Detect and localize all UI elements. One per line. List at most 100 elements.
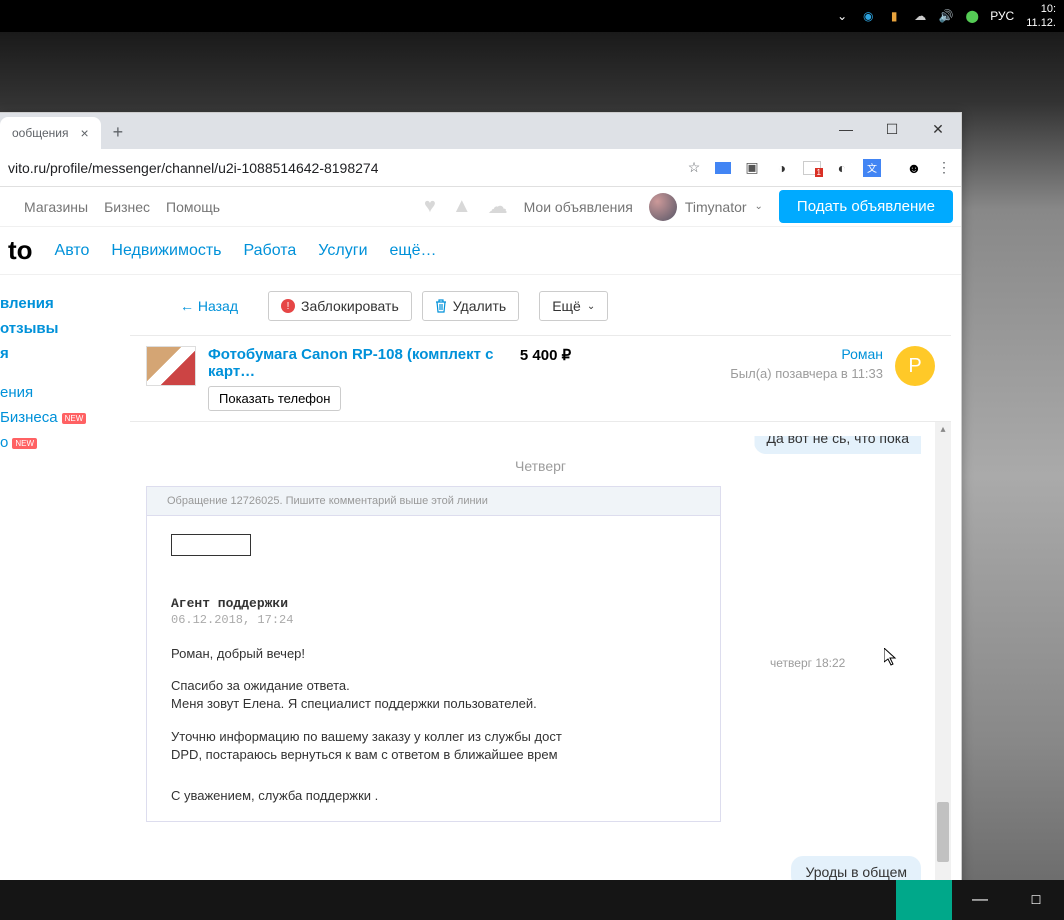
sidebar-item-5[interactable]: oNEW <box>0 430 130 455</box>
chat-body: Да вот не сь, что пока Четверг Обращение… <box>130 422 951 902</box>
chat-icon[interactable]: ☁ <box>488 194 508 219</box>
new-badge-2: NEW <box>12 438 37 449</box>
translate-icon[interactable]: 文 <box>863 159 881 177</box>
back-link[interactable]: ← Назад <box>180 298 238 314</box>
taskbar-maximize[interactable]: ☐ <box>1008 880 1064 920</box>
warning-icon: ! <box>281 299 295 313</box>
scrollbar[interactable]: ▴ <box>935 422 951 902</box>
nav-more[interactable]: ещё… <box>390 242 437 260</box>
telegram-icon[interactable]: ◉ <box>860 8 876 24</box>
nav-work[interactable]: Работа <box>244 242 297 260</box>
more-button[interactable]: Ещё ⌄ <box>539 291 608 321</box>
header-business[interactable]: Бизнес <box>104 199 150 215</box>
url-text[interactable]: vito.ru/profile/messenger/channel/u2i-10… <box>8 160 378 176</box>
sidebar-item-3[interactable]: ения <box>0 380 130 405</box>
clock-time: 10: <box>1026 2 1056 16</box>
header-shops[interactable]: Магазины <box>24 199 88 215</box>
email-paragraph-2: Уточню информацию по вашему заказу у кол… <box>171 728 696 764</box>
scroll-thumb[interactable] <box>937 802 949 862</box>
email-empty-box <box>171 534 251 556</box>
sidebar-item-4[interactable]: БизнесаNEW <box>0 405 130 430</box>
caret-down-icon[interactable]: ⌄ <box>834 8 850 24</box>
ad-title[interactable]: Фотобумага Canon RP-108 (комплект с карт… <box>208 346 508 380</box>
windows-taskbar: ⌄ ◉ ▮ ☁ 🔊 ⬤ РУС 10: 11.12. <box>0 0 1064 32</box>
ad-thumbnail[interactable] <box>146 346 196 386</box>
email-paragraph-1: Спасибо за ожидание ответа. Меня зовут Е… <box>171 677 696 713</box>
address-bar-row: vito.ru/profile/messenger/channel/u2i-10… <box>0 149 961 187</box>
profile-icon[interactable]: ☻ <box>905 159 923 177</box>
email-signature: С уважением, служба поддержки . <box>171 788 696 803</box>
new-badge: NEW <box>62 413 87 424</box>
my-ads-link[interactable]: Мои объявления <box>524 199 633 215</box>
ext-icon-3[interactable]: ◑ <box>773 159 791 177</box>
user-menu[interactable]: Timynator ⌄ <box>649 193 763 221</box>
gmail-icon[interactable]: 1 <box>803 159 821 177</box>
maximize-button[interactable]: ☐ <box>869 113 915 145</box>
email-body: Агент поддержки 06.12.2018, 17:24 Роман,… <box>147 516 720 821</box>
close-button[interactable]: ✕ <box>915 113 961 145</box>
network-icon[interactable]: ⬤ <box>964 8 980 24</box>
chat-user-status: Был(а) позавчера в 11:33 <box>583 366 883 381</box>
delete-button[interactable]: Удалить <box>422 291 519 321</box>
clock[interactable]: 10: 11.12. <box>1026 2 1056 30</box>
minimize-button[interactable]: — <box>823 113 869 145</box>
chevron-down-icon: ⌄ <box>587 301 595 312</box>
browser-tab[interactable]: ообщения × <box>0 117 101 149</box>
app-icon[interactable]: ▮ <box>886 8 902 24</box>
clock-date: 11.12. <box>1026 16 1056 30</box>
browser-window: ообщения × + — ☐ ✕ vito.ru/profile/messe… <box>0 112 962 920</box>
tab-close-icon[interactable]: × <box>80 125 88 141</box>
nav-services[interactable]: Услуги <box>318 242 367 260</box>
ext-icon-1[interactable] <box>715 162 731 174</box>
user-avatar <box>649 193 677 221</box>
chevron-down-icon: ⌄ <box>755 201 763 212</box>
site-nav: to Авто Недвижимость Работа Услуги ещё… <box>0 227 961 275</box>
messenger-main: ← Назад !Заблокировать Удалить Ещё ⌄ Фот… <box>130 275 961 919</box>
tray-icons: ⌄ ◉ ▮ ☁ 🔊 ⬤ РУС <box>834 8 1014 24</box>
chat-ad-card: Фотобумага Canon RP-108 (комплект с карт… <box>130 335 951 422</box>
ad-price: 5 400 ₽ <box>520 346 571 364</box>
email-header: Обращение 12726025. Пишите комментарий в… <box>147 487 720 516</box>
taskbar-app-green[interactable] <box>896 880 952 920</box>
new-tab-button[interactable]: + <box>113 122 124 143</box>
agent-date: 06.12.2018, 17:24 <box>171 613 696 627</box>
nav-realty[interactable]: Недвижимость <box>111 242 221 260</box>
language-indicator[interactable]: РУС <box>990 9 1014 23</box>
block-button[interactable]: !Заблокировать <box>268 291 412 321</box>
taskbar-minimize[interactable]: — <box>952 880 1008 920</box>
nav-auto[interactable]: Авто <box>55 242 90 260</box>
username: Timynator <box>685 199 747 215</box>
bottom-taskbar: — ☐ <box>0 880 1064 920</box>
site-logo[interactable]: to <box>8 235 33 266</box>
scroll-up-icon[interactable]: ▴ <box>935 422 951 438</box>
browser-tabstrip: ообщения × + — ☐ ✕ <box>0 113 961 149</box>
chat-user-avatar[interactable]: Р <box>895 346 935 386</box>
heart-icon[interactable]: ♥ <box>424 195 436 218</box>
sidebar-item-2[interactable]: я <box>0 341 130 366</box>
window-controls: — ☐ ✕ <box>823 113 961 145</box>
sidebar-item-1[interactable]: отзывы <box>0 316 130 341</box>
steam-icon[interactable]: ☁ <box>912 8 928 24</box>
toolbar-icons: ☆ ▣ ◑ 1 ◐ 文 ☻ ⋮ <box>685 159 953 177</box>
chat-user-name[interactable]: Роман <box>583 346 883 362</box>
speaker-icon[interactable]: 🔊 <box>938 8 954 24</box>
email-attachment[interactable]: Обращение 12726025. Пишите комментарий в… <box>146 486 721 822</box>
trash-icon <box>435 299 447 313</box>
cursor-icon <box>884 648 898 671</box>
tab-title: ообщения <box>12 126 68 140</box>
bell-icon[interactable]: ▲ <box>452 195 472 218</box>
show-phone-button[interactable]: Показать телефон <box>208 386 341 411</box>
menu-icon[interactable]: ⋮ <box>935 159 953 177</box>
messenger-actions: ← Назад !Заблокировать Удалить Ещё ⌄ <box>130 291 961 321</box>
sidebar-item-0[interactable]: вления <box>0 291 130 316</box>
day-divider: Четверг <box>130 458 951 474</box>
sidebar-item-6[interactable] <box>0 455 130 463</box>
star-icon[interactable]: ☆ <box>685 159 703 177</box>
ext-icon-4[interactable]: ◐ <box>833 159 851 177</box>
site-header: Магазины Бизнес Помощь ♥ ▲ ☁ Мои объявле… <box>0 187 961 227</box>
content-area: вления отзывы я ения БизнесаNEW oNEW ← Н… <box>0 275 961 919</box>
post-ad-button[interactable]: Подать объявление <box>779 190 953 223</box>
header-help[interactable]: Помощь <box>166 199 220 215</box>
ext-icon-2[interactable]: ▣ <box>743 159 761 177</box>
email-greeting: Роман, добрый вечер! <box>171 645 696 663</box>
